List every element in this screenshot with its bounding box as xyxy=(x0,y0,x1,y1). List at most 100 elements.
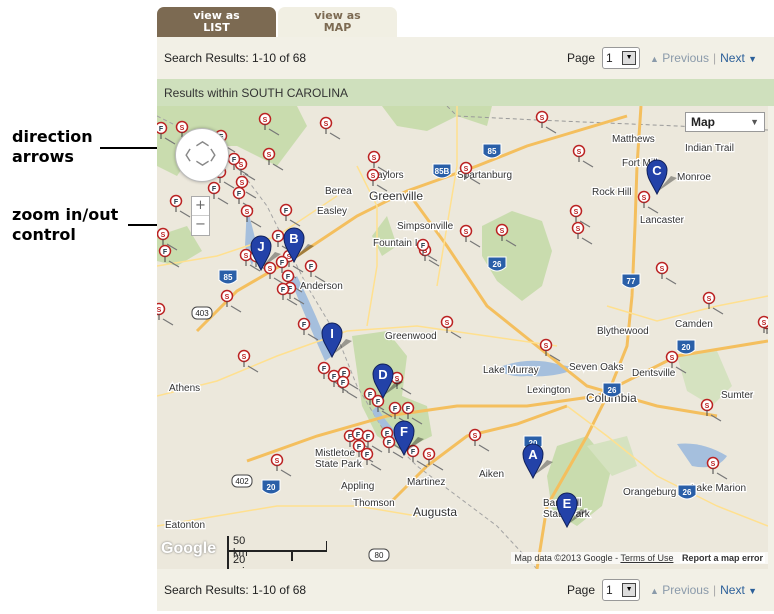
triangle-up-icon: ▲ xyxy=(650,586,659,596)
svg-text:F: F xyxy=(309,264,314,271)
scale-mi: 20 mi xyxy=(233,554,246,569)
chevron-down-icon[interactable]: ▼ xyxy=(622,51,637,65)
map-place-label: Anderson xyxy=(300,281,343,292)
svg-text:S: S xyxy=(242,354,247,361)
next-label: Next xyxy=(720,51,745,65)
triangle-down-icon: ▼ xyxy=(748,586,758,596)
zoom-out-button[interactable]: − xyxy=(192,216,209,234)
pan-control[interactable]: ︿ 〈 〉 ﹀ xyxy=(175,128,229,182)
svg-text:S: S xyxy=(707,296,712,303)
svg-text:F: F xyxy=(356,432,361,439)
map-place-label: Berea xyxy=(325,186,352,197)
road-shield: 85 xyxy=(218,269,238,285)
svg-text:F: F xyxy=(341,380,346,387)
next-label: Next xyxy=(720,583,745,597)
svg-text:26: 26 xyxy=(683,488,692,497)
zoom-control: + − xyxy=(191,196,210,236)
svg-text:S: S xyxy=(670,355,675,362)
svg-text:S: S xyxy=(464,229,469,236)
svg-text:402: 402 xyxy=(235,477,249,486)
svg-text:26: 26 xyxy=(493,260,502,269)
svg-text:S: S xyxy=(576,226,581,233)
svg-text:20: 20 xyxy=(267,483,276,492)
svg-text:S: S xyxy=(544,343,549,350)
map-place-label: Appling xyxy=(341,481,374,492)
pan-up-icon[interactable]: ︿ xyxy=(196,130,209,149)
chevron-down-icon: ▼ xyxy=(750,117,759,127)
svg-text:85: 85 xyxy=(488,147,497,156)
store-locator-panel: view as LIST view as MAP Search Results:… xyxy=(157,0,774,614)
svg-text:26: 26 xyxy=(608,386,617,395)
map-view[interactable]: Matthews Indian Trail Fort Mill Rock Hill Mo… xyxy=(157,106,768,569)
svg-text:F: F xyxy=(368,392,373,399)
report-map-error-link[interactable]: Report a map error xyxy=(679,553,765,563)
svg-text:F: F xyxy=(400,424,408,439)
svg-text:S: S xyxy=(267,152,272,159)
previous-label: Previous xyxy=(662,51,709,65)
map-attribution: Map data ©2013 Google - Terms of Use Rep… xyxy=(511,552,768,564)
map-place-label: Blythewood xyxy=(597,326,649,337)
svg-text:F: F xyxy=(357,444,362,451)
zoom-control-callout: zoom in/out control xyxy=(12,205,119,244)
svg-text:85B: 85B xyxy=(435,167,450,176)
direction-arrows-callout: direction arrows xyxy=(12,127,93,166)
svg-text:S: S xyxy=(324,121,329,128)
page-label: Page xyxy=(567,583,596,597)
results-toolbar-bottom: Search Results: 1-10 of 68 Page 1 ▼ ▲ Pr… xyxy=(157,569,774,611)
svg-text:F: F xyxy=(387,440,392,447)
previous-link[interactable]: ▲ Previous xyxy=(650,51,709,65)
svg-text:F: F xyxy=(376,399,381,406)
map-place-label: Indian Trail xyxy=(685,143,734,154)
page-label: Page xyxy=(567,51,596,65)
road-shield: 20 xyxy=(676,339,696,355)
svg-text:F: F xyxy=(366,434,371,441)
page-select-value: 1 xyxy=(606,583,613,597)
pan-right-icon[interactable]: 〉 xyxy=(210,145,223,164)
page-select[interactable]: 1 ▼ xyxy=(602,579,641,601)
next-link[interactable]: Next ▼ xyxy=(720,583,757,597)
svg-text:S: S xyxy=(711,461,716,468)
map-type-select[interactable]: Map ▼ xyxy=(685,112,765,132)
svg-text:S: S xyxy=(500,228,505,235)
chevron-down-icon[interactable]: ▼ xyxy=(622,583,637,597)
svg-text:B: B xyxy=(289,231,298,246)
svg-text:S: S xyxy=(371,173,376,180)
map-place-label: Orangeburg xyxy=(623,487,676,498)
next-link[interactable]: Next ▼ xyxy=(720,51,757,65)
previous-link[interactable]: ▲ Previous xyxy=(650,583,709,597)
road-shield: 403 xyxy=(191,306,213,320)
svg-text:F: F xyxy=(286,274,291,281)
svg-text:F: F xyxy=(411,449,416,456)
pager-separator: | xyxy=(712,51,717,65)
pan-left-icon[interactable]: 〈 xyxy=(178,145,191,164)
results-count: Search Results: 1-10 of 68 xyxy=(164,51,307,65)
svg-text:S: S xyxy=(240,180,245,187)
map-place-label: Mistletoe xyxy=(315,448,355,459)
terms-of-use-link[interactable]: Terms of Use xyxy=(620,553,673,563)
triangle-up-icon: ▲ xyxy=(650,54,659,64)
map-canvas[interactable]: MatthewsIndian TrailFort MillRock HillMo… xyxy=(157,106,768,569)
svg-text:S: S xyxy=(180,125,185,132)
pan-down-icon[interactable]: ﹀ xyxy=(196,157,209,176)
map-place-label: Athens xyxy=(169,383,200,394)
svg-text:F: F xyxy=(159,126,164,133)
page-select[interactable]: 1 ▼ xyxy=(602,47,641,69)
svg-text:S: S xyxy=(239,162,244,169)
svg-text:S: S xyxy=(372,155,377,162)
tab-view-as-list[interactable]: view as LIST xyxy=(157,7,276,37)
results-location: Results within SOUTH CAROLINA xyxy=(164,86,349,100)
svg-text:A: A xyxy=(528,447,538,462)
svg-text:F: F xyxy=(163,249,168,256)
map-place-label: Easley xyxy=(317,206,347,217)
map-place-label: Camden xyxy=(675,319,713,330)
svg-text:F: F xyxy=(365,452,370,459)
road-shield: 77 xyxy=(621,273,641,289)
tab-view-as-map[interactable]: view as MAP xyxy=(278,7,397,37)
map-edge xyxy=(768,106,774,569)
road-shield: 85 xyxy=(482,143,502,159)
map-place-label: Monroe xyxy=(677,172,711,183)
zoom-in-button[interactable]: + xyxy=(192,197,209,216)
google-logo: Google xyxy=(161,540,217,557)
map-place-label: Greenville xyxy=(369,189,423,203)
pager-bottom: Page 1 ▼ ▲ Previous | Next ▼ xyxy=(567,578,757,602)
